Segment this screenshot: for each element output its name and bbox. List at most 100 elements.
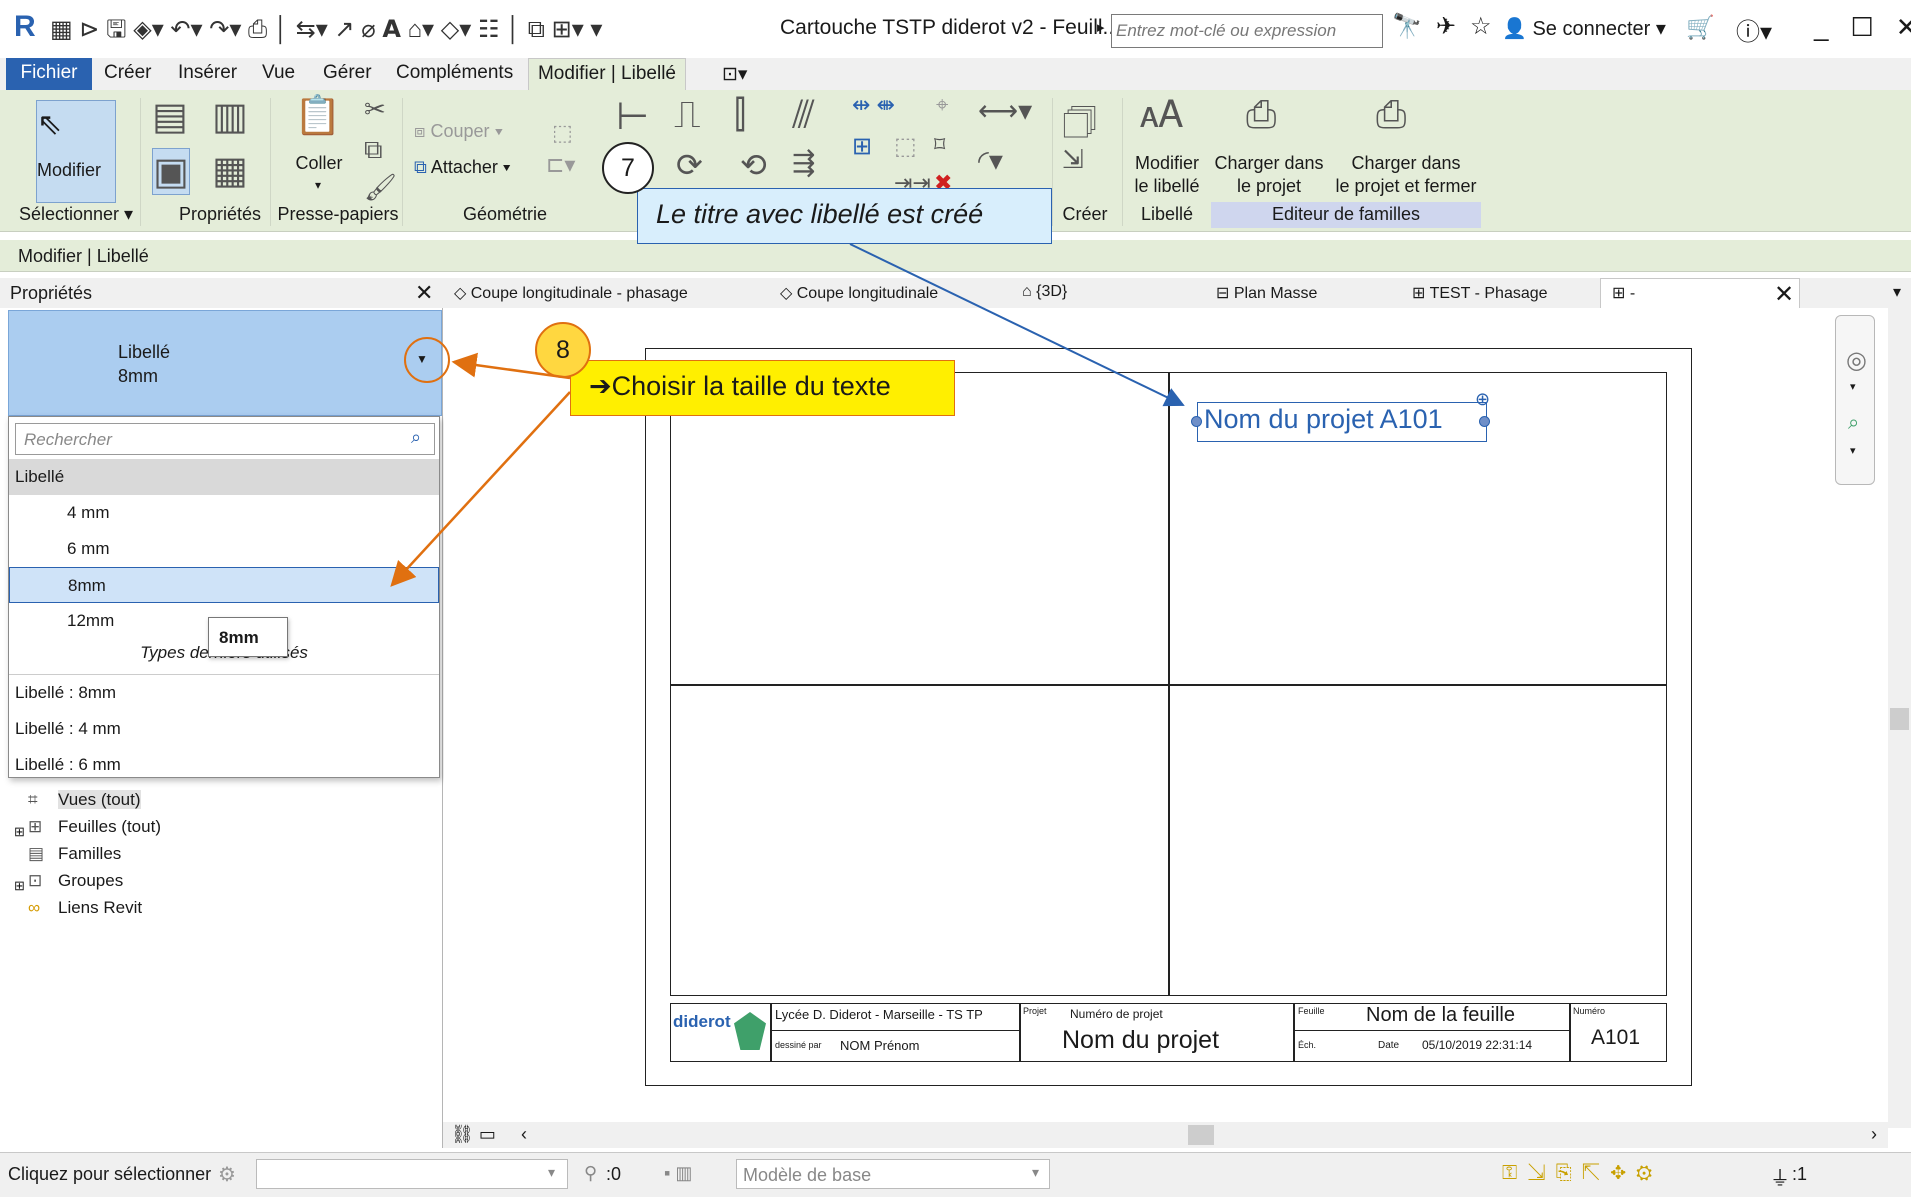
measure-icon[interactable]: ⟷▾ [978, 94, 1032, 127]
clipboard-icon[interactable]: 📋 [294, 94, 341, 138]
load-and-close-icon[interactable]: ⎙ [1376, 94, 1406, 137]
match-properties-icon[interactable]: 🖌 [364, 172, 397, 203]
zoom-icon[interactable]: ⌕ [1848, 412, 1859, 435]
menu-modifier-libelle[interactable]: Modifier | Libellé [528, 58, 686, 90]
scroll-left-icon[interactable]: ‹ [521, 1124, 527, 1145]
recent-type-2[interactable]: Libellé : 4 mm [9, 711, 439, 747]
recent-type-3[interactable]: Libellé : 6 mm [9, 747, 439, 783]
mirror-axis-icon[interactable]: ⫿ [734, 94, 746, 137]
array-icon[interactable]: ⊞ [852, 132, 872, 161]
close-properties-icon[interactable]: ✕ [415, 280, 433, 306]
cart-icon[interactable]: 🛒 [1686, 14, 1715, 41]
trim-icon[interactable]: ⇶ [792, 146, 815, 179]
dimension-icon[interactable]: ◜▾ [978, 144, 1003, 177]
help-search-input[interactable]: Entrez mot-clé ou expression [1111, 14, 1383, 48]
browser-item-groupes[interactable]: ⊡ Groupes [28, 871, 328, 897]
align-icon[interactable]: ⊢ [616, 94, 649, 139]
menu-complements[interactable]: Compléments [396, 62, 513, 84]
edit-label-icon[interactable]: 🗚 [1140, 94, 1183, 137]
unjoin-icon[interactable]: ⊏▾ [546, 152, 575, 178]
couper-button[interactable]: ⧈ Couper ▾ [414, 120, 534, 143]
close-tab-icon[interactable]: ✕ [1774, 280, 1794, 309]
tab-3d[interactable]: ⌂ {3D} [1022, 283, 1067, 301]
type-option-6mm[interactable]: 6 mm [9, 531, 439, 567]
drag-grip-left[interactable] [1191, 416, 1202, 427]
type-option-4mm[interactable]: 4 mm [9, 495, 439, 531]
offset-icon[interactable]: ⎍ [674, 94, 701, 137]
revit-logo[interactable]: R [14, 10, 36, 44]
design-option-select[interactable]: Modèle de base [736, 1159, 1050, 1189]
attacher-button[interactable]: ⧉ Attacher ▾ [414, 156, 554, 179]
coller-button[interactable]: Coller [284, 152, 354, 175]
design-options-icon[interactable]: ▪ ▥ [664, 1163, 692, 1184]
browser-item-liens[interactable]: ∞ Liens Revit [28, 898, 328, 924]
load-into-project-icon[interactable]: ⎙ [1246, 94, 1276, 137]
view-control-icons[interactable]: ⛓ ▭ [451, 1124, 496, 1145]
menu-inserer[interactable]: Insérer [178, 62, 237, 84]
scale-icon[interactable]: ⬚ [894, 132, 917, 161]
drag-grip-right[interactable] [1479, 416, 1490, 427]
create-similar-icon[interactable]: ⇲ [1062, 144, 1084, 175]
scroll-right-icon[interactable]: › [1871, 1124, 1877, 1145]
maximize-icon[interactable]: ☐ [1850, 12, 1873, 43]
pin-icon[interactable]: ⌖ [936, 92, 948, 118]
menu-fichier[interactable]: Fichier [6, 58, 92, 90]
group-selectionner[interactable]: Sélectionner ▾ [14, 204, 138, 225]
mirror-draw-icon[interactable]: ⫻ [792, 94, 815, 137]
expand-icon[interactable]: ⊞ [14, 878, 25, 894]
modifier-libelle-button[interactable]: Modifier le libellé [1124, 152, 1210, 198]
search-icon[interactable]: ⌕ [411, 427, 421, 448]
tab-plan-masse[interactable]: ⊟ Plan Masse [1216, 283, 1317, 303]
minimize-icon[interactable]: _ [1814, 12, 1828, 43]
expand-icon[interactable]: ⊞ [14, 824, 25, 840]
modifier-button[interactable]: ⇖ Modifier [36, 100, 116, 203]
family-category-icon[interactable]: ▦ [212, 148, 248, 193]
workset-select[interactable] [256, 1159, 568, 1189]
rotate-icon[interactable]: ⟲ [740, 146, 767, 184]
filter-icon[interactable]: ⏚ [1770, 1162, 1790, 1191]
move-icon[interactable]: ⟳ [676, 146, 703, 184]
type-search-input[interactable]: Rechercher [15, 423, 435, 455]
family-types-icon[interactable]: ▥ [212, 94, 248, 139]
coller-dropdown-icon[interactable]: ▾ [308, 174, 328, 197]
join-icon[interactable]: ⬚ [552, 120, 573, 146]
tab-coupe-phasage[interactable]: ◇ Coupe longitudinale - phasage [454, 283, 688, 303]
tab-menu-icon[interactable]: ▾ [1893, 282, 1901, 302]
cut-icon[interactable]: ✂ [364, 94, 386, 125]
type-selector[interactable] [8, 310, 442, 416]
chevron-down-icon[interactable]: ▾ [1850, 444, 1856, 457]
star-icon[interactable]: ☆ [1470, 12, 1492, 41]
unpin-icon[interactable]: ⌑ [934, 132, 945, 158]
selection-filter-icons[interactable]: ⚿⇲⎘⇱✥⚙ [1502, 1162, 1662, 1185]
tab-coupe-longitudinale[interactable]: ◇ Coupe longitudinale [780, 283, 938, 303]
tab-test-phasage[interactable]: ⊞ TEST - Phasage [1412, 283, 1548, 303]
menu-creer[interactable]: Créer [104, 62, 152, 84]
chevron-down-icon[interactable]: ▾ [1850, 380, 1856, 393]
charger-fermer-button[interactable]: Charger dans le projet et fermer [1326, 152, 1486, 198]
close-window-icon[interactable]: ✕ [1896, 12, 1911, 43]
browser-item-vues[interactable]: ⌗ Vues (tout) [28, 790, 328, 816]
charger-button[interactable]: Charger dans le projet [1204, 152, 1334, 198]
binoculars-icon[interactable]: 🔭 [1392, 12, 1422, 41]
type-option-8mm[interactable]: 8mm [9, 567, 439, 603]
help-icon[interactable]: ⓘ▾ [1736, 12, 1772, 47]
sign-in-button[interactable]: 👤 Se connecter ▾ [1502, 16, 1666, 41]
horizontal-scrollbar[interactable]: ⛓ ▭ ‹ › [443, 1122, 1888, 1148]
menu-vue[interactable]: Vue [262, 62, 295, 84]
recent-type-1[interactable]: Libellé : 8mm [9, 675, 439, 711]
split-icon[interactable]: ⇹ ⇼ [852, 92, 895, 118]
browser-item-feuilles[interactable]: ⊞ Feuilles (tout) [28, 817, 328, 843]
vertical-scroll-thumb[interactable] [1890, 708, 1909, 730]
copy-icon[interactable]: ⧉ [364, 134, 383, 166]
quick-access-toolbar[interactable]: ▦ ⊳ 🖫 ◈▾ ↶▾ ↷▾ ⎙ │ ⇆▾ ↗ ⌀ A ⌂▾ ◇▾ ☷ │ ⧉ … [50, 12, 602, 53]
panel-toggle-icon[interactable]: ⊡▾ [722, 63, 747, 86]
horizontal-scroll-thumb[interactable] [1188, 1125, 1214, 1145]
rotate-handle-icon[interactable]: ⊕ [1475, 389, 1490, 410]
menu-gerer[interactable]: Gérer [323, 62, 372, 84]
steering-wheel-icon[interactable]: ◎ [1846, 346, 1867, 375]
satellite-icon[interactable]: ✈ [1436, 12, 1456, 41]
type-properties-icon[interactable]: ▤ [152, 94, 188, 139]
project-label-text[interactable]: Nom du projet A101 [1197, 402, 1487, 442]
editable-only-icon[interactable]: ⚲ [584, 1163, 597, 1184]
browser-item-familles[interactable]: ▤ Familles [28, 844, 328, 870]
